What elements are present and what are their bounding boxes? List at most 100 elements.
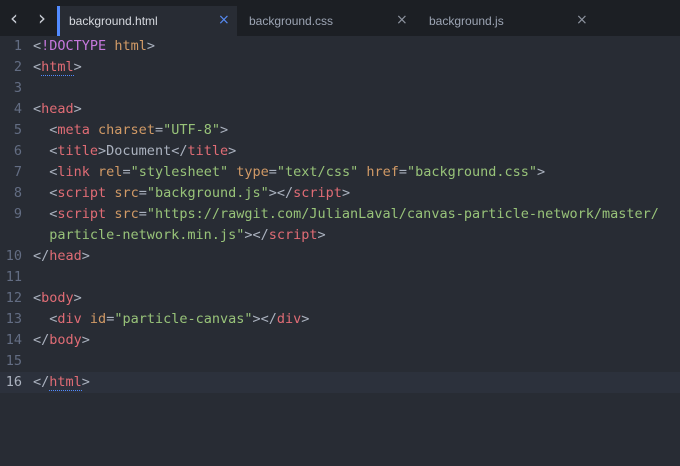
code-token: </	[171, 143, 188, 159]
code-token: <	[33, 101, 42, 117]
line-number: 5	[13, 122, 22, 138]
tab-background-js[interactable]: background.js ×	[420, 6, 600, 38]
code-token: "background.js"	[146, 185, 269, 201]
code-text: <html>	[33, 57, 82, 78]
code-token: title	[187, 143, 229, 159]
code-line[interactable]: 16 </html>	[0, 372, 680, 393]
code-token: title	[57, 143, 99, 159]
line-number: 11	[5, 269, 22, 285]
code-token: </	[33, 374, 50, 390]
line-number: 16	[5, 374, 22, 390]
code-token: src	[114, 206, 139, 222]
code-token: <	[33, 164, 58, 180]
code-token: ></	[268, 185, 294, 201]
code-token: <	[33, 122, 58, 138]
code-token: >	[301, 311, 310, 327]
code-token: >	[81, 374, 90, 390]
close-icon[interactable]: ×	[396, 12, 408, 28]
close-icon[interactable]: ×	[576, 12, 588, 28]
code-token: >	[537, 164, 546, 180]
code-token: head	[49, 248, 82, 264]
code-text: <link rel="stylesheet" type="text/css" h…	[33, 162, 545, 183]
code-line[interactable]: particle-network.min.js"></script>	[0, 225, 680, 246]
code-token: =	[138, 185, 147, 201]
code-token: "stylesheet"	[130, 164, 229, 180]
code-token: =	[122, 164, 131, 180]
code-token: script	[57, 185, 107, 201]
code-token: <	[33, 290, 42, 306]
code-line[interactable]: 14 </body>	[0, 330, 680, 351]
code-line[interactable]: 3	[0, 78, 680, 99]
code-line[interactable]: 8 <script src="background.js"></script>	[0, 183, 680, 204]
tab-bar: ‹ › background.html × background.css × b…	[0, 0, 680, 39]
tab-label: background.js	[429, 14, 504, 28]
code-token: >	[81, 332, 90, 348]
code-token: particle-network.min.js"	[33, 227, 245, 243]
line-number: 7	[13, 164, 22, 180]
line-number: 10	[5, 248, 22, 264]
code-line[interactable]: 5 <meta charset="UTF-8">	[0, 120, 680, 141]
code-text: <script src="https://rawgit.com/JulianLa…	[33, 204, 659, 225]
code-token: =	[154, 122, 164, 138]
code-token: <	[33, 311, 58, 327]
code-token: >	[220, 122, 229, 138]
line-number: 12	[5, 290, 22, 306]
code-text: <meta charset="UTF-8">	[33, 120, 228, 141]
code-line[interactable]: 10 </head>	[0, 246, 680, 267]
line-number: 8	[13, 185, 22, 201]
line-number: 1	[13, 38, 22, 54]
code-token: >	[317, 227, 326, 243]
line-number: 6	[13, 143, 22, 159]
code-token: >	[73, 290, 82, 306]
line-number: 2	[13, 59, 22, 75]
editor-window: ‹ › background.html × background.css × b…	[0, 0, 680, 466]
code-token: =	[398, 164, 407, 180]
code-line[interactable]: 13 <div id="particle-canvas"></div>	[0, 309, 680, 330]
code-line[interactable]: 9 <script src="https://rawgit.com/Julian…	[0, 204, 680, 225]
code-line[interactable]: 7 <link rel="stylesheet" type="text/css"…	[0, 162, 680, 183]
line-number: 9	[13, 206, 22, 222]
code-token: >	[73, 59, 82, 75]
code-token: head	[41, 101, 74, 117]
code-token: <	[33, 143, 58, 159]
line-number: 4	[13, 101, 22, 117]
code-line[interactable]: 6 <title>Document</title>	[0, 141, 680, 162]
code-editor[interactable]: 1 <!DOCTYPE html> 2 <html> 3 4 <head> 5 <meta c…	[0, 36, 680, 466]
code-token: rel	[98, 164, 123, 180]
code-token: <	[33, 59, 42, 75]
close-icon[interactable]: ×	[218, 12, 230, 28]
code-text: <title>Document</title>	[33, 141, 236, 162]
code-text: <body>	[33, 288, 82, 309]
code-line[interactable]: 1 <!DOCTYPE html>	[0, 36, 680, 57]
code-token: html	[114, 38, 147, 54]
code-token: =	[138, 206, 147, 222]
code-token: >	[73, 101, 82, 117]
tab-background-html[interactable]: background.html ×	[57, 6, 237, 38]
code-token: "background.css"	[407, 164, 538, 180]
chevron-right-icon[interactable]: ›	[32, 8, 52, 28]
code-token: id	[89, 311, 107, 327]
chevron-left-icon[interactable]: ‹	[4, 8, 24, 28]
code-line[interactable]: 12 <body>	[0, 288, 680, 309]
tab-background-css[interactable]: background.css ×	[240, 6, 420, 38]
code-token: <	[33, 185, 58, 201]
code-line[interactable]: 2 <html>	[0, 57, 680, 78]
code-line[interactable]: 11	[0, 267, 680, 288]
code-line[interactable]: 15	[0, 351, 680, 372]
code-token: <	[33, 206, 58, 222]
code-token: >	[341, 185, 351, 201]
code-token: script	[57, 206, 107, 222]
code-token: "UTF-8"	[163, 122, 220, 138]
line-number: 13	[5, 311, 22, 327]
code-token: "https://rawgit.com/JulianLaval/canvas-p…	[146, 206, 659, 222]
code-text: </body>	[33, 330, 90, 351]
code-token: link	[57, 164, 90, 180]
code-token: </	[33, 248, 50, 264]
code-token: >	[146, 38, 155, 54]
code-token: <	[33, 38, 42, 54]
code-text: </html>	[33, 372, 90, 393]
code-token: href	[366, 164, 399, 180]
code-token: !DOCTYPE	[41, 38, 107, 54]
code-line[interactable]: 4 <head>	[0, 99, 680, 120]
